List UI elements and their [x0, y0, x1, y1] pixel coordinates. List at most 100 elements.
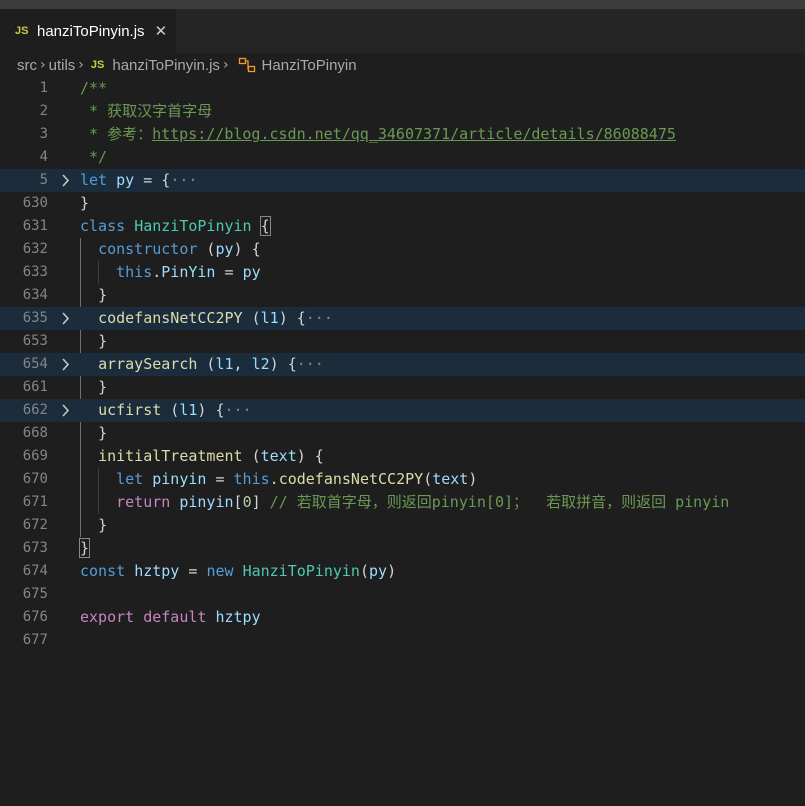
function-name: codefansNetCC2PY — [278, 470, 424, 488]
code-text: ( — [197, 355, 216, 373]
fold-chevron-right-icon[interactable] — [58, 169, 74, 192]
variable: text — [260, 447, 297, 465]
javascript-file-icon: JS — [90, 59, 105, 71]
property: PinYin — [161, 263, 216, 281]
code-text: = — [179, 562, 207, 580]
keyword: let — [80, 171, 108, 189]
line-number: 676 — [22, 609, 48, 625]
code-text: } — [98, 378, 108, 396]
keyword: const — [80, 562, 126, 580]
line-number: 677 — [22, 632, 48, 648]
code-text: ( — [242, 309, 261, 327]
keyword: constructor — [98, 240, 198, 258]
line-number: 634 — [22, 287, 48, 303]
reference-link[interactable]: https://blog.csdn.net/qq_34607371/articl… — [152, 125, 676, 143]
line-number: 5 — [39, 172, 48, 188]
code-text: } — [98, 286, 108, 304]
folded-ellipsis[interactable]: ··· — [225, 401, 252, 419]
variable: hztpy — [215, 608, 261, 626]
code-line: 1 /** — [0, 77, 805, 100]
code-text: ( — [423, 470, 433, 488]
code-line: 3 * 参考：https://blog.csdn.net/qq_34607371… — [0, 123, 805, 146]
code-text: ( — [242, 447, 261, 465]
code-text: ) — [387, 562, 397, 580]
code-line: 677 — [0, 629, 805, 652]
code-line: 676 export default hztpy — [0, 606, 805, 629]
code-line: 668 } — [0, 422, 805, 445]
keyword-default: default — [143, 608, 207, 626]
code-line: 632 constructor (py) { — [0, 238, 805, 261]
line-number: 1 — [39, 80, 48, 96]
matched-bracket: } — [78, 538, 91, 558]
code-text: = — [215, 263, 243, 281]
class-name: HanziToPinyin — [242, 562, 360, 580]
code-line: 672 } — [0, 514, 805, 537]
breadcrumb-item-src[interactable]: src — [17, 57, 37, 74]
close-icon[interactable]: ✕ — [155, 22, 168, 40]
fold-chevron-right-icon[interactable] — [58, 353, 74, 376]
line-number: 661 — [22, 379, 48, 395]
breadcrumb-item-utils[interactable]: utils — [49, 57, 76, 74]
line-number: 674 — [22, 563, 48, 579]
line-number: 675 — [22, 586, 48, 602]
code-text: } — [80, 194, 90, 212]
line-number: 635 — [22, 310, 48, 326]
line-number: 633 — [22, 264, 48, 280]
line-number: 653 — [22, 333, 48, 349]
code-text: ) { — [278, 309, 306, 327]
folded-ellipsis[interactable]: ··· — [170, 171, 197, 189]
line-number: 2 — [39, 103, 48, 119]
code-text: ) — [468, 470, 478, 488]
keyword: this — [116, 263, 153, 281]
variable: py — [116, 171, 135, 189]
code-line: 653 } — [0, 330, 805, 353]
variable: l2 — [251, 355, 270, 373]
keyword: class — [80, 217, 126, 235]
fold-chevron-right-icon[interactable] — [58, 307, 74, 330]
tab-hanzitopinyin-js[interactable]: JS hanziToPinyin.js ✕ — [0, 9, 176, 53]
variable: hztpy — [134, 562, 180, 580]
folded-ellipsis[interactable]: ··· — [297, 355, 324, 373]
breadcrumb-item-file[interactable]: hanziToPinyin.js — [112, 57, 220, 74]
breadcrumb: src › utils › JS hanziToPinyin.js › Hanz… — [0, 53, 805, 77]
tab-bar: JS hanziToPinyin.js ✕ — [0, 9, 805, 53]
comment: * 获取汉字首字母 — [80, 102, 213, 120]
code-line: 673 } — [0, 537, 805, 560]
breadcrumb-item-class[interactable]: HanziToPinyin — [262, 57, 357, 74]
code-text: ] — [251, 493, 261, 511]
code-line: 671 return pinyin[0] // 若取首字母，则返回pinyin[… — [0, 491, 805, 514]
code-text: ) { — [296, 447, 324, 465]
number-literal: 0 — [242, 493, 252, 511]
code-line: 675 — [0, 583, 805, 606]
code-line: 674 const hztpy = new HanziToPinyin(py) — [0, 560, 805, 583]
code-text: , — [233, 355, 252, 373]
keyword: let — [116, 470, 144, 488]
code-line: 631 class HanziToPinyin { — [0, 215, 805, 238]
chevron-right-icon: › — [222, 57, 229, 73]
function-name: ucfirst — [98, 401, 162, 419]
function-name: codefansNetCC2PY — [98, 309, 243, 327]
line-number: 632 — [22, 241, 48, 257]
code-text: } — [98, 516, 108, 534]
comment: /** — [80, 79, 108, 97]
variable: l1 — [179, 401, 198, 419]
fold-chevron-right-icon[interactable] — [58, 399, 74, 422]
code-editor[interactable]: 1 /** 2 * 获取汉字首字母 3 * 参考：https://blog.cs… — [0, 77, 805, 806]
line-number: 671 — [22, 494, 48, 510]
code-line: 630 } — [0, 192, 805, 215]
line-number: 3 — [39, 126, 48, 142]
code-line: 669 initialTreatment (text) { — [0, 445, 805, 468]
code-line-folded: 5 let py = {··· — [0, 169, 805, 192]
code-text: ( — [359, 562, 369, 580]
matched-bracket: { — [259, 216, 271, 236]
function-name: initialTreatment — [98, 447, 243, 465]
folded-ellipsis[interactable]: ··· — [306, 309, 333, 327]
function-name: arraySearch — [98, 355, 198, 373]
keyword: new — [206, 562, 234, 580]
title-bar-strip — [0, 0, 805, 9]
code-line: 2 * 获取汉字首字母 — [0, 100, 805, 123]
variable: l1 — [260, 309, 279, 327]
code-text: ) { — [197, 401, 225, 419]
code-text: . — [269, 470, 279, 488]
line-number: 669 — [22, 448, 48, 464]
